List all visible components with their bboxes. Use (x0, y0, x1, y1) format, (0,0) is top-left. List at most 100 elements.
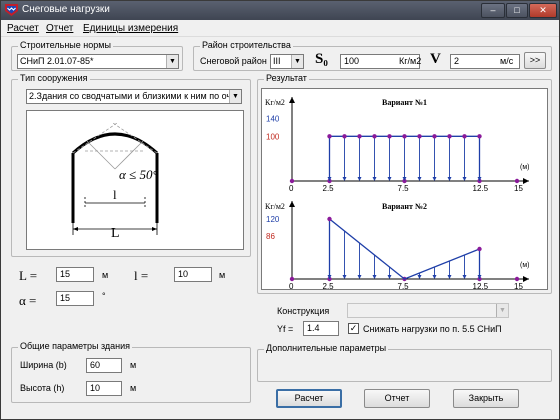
v2-x-arrow (523, 276, 529, 282)
v2-xtick: 15 (514, 282, 523, 289)
v2-xtick: 7.5 (398, 282, 410, 289)
v2-xtick: 12.5 (473, 282, 489, 289)
structure-group: Тип сооружения 2.Здания со сводчатыми и … (11, 73, 251, 257)
extra-params-group: Дополнительные параметры (257, 343, 552, 382)
chevron-down-icon: ▼ (291, 55, 303, 68)
v1-load-arrowhead (447, 177, 452, 181)
v1-load-arrowhead (342, 177, 347, 181)
more-params-button[interactable]: >> (524, 52, 546, 69)
v1-load-point (402, 134, 407, 139)
v1-xtick: 15 (514, 184, 523, 193)
v2-load-arrowhead (462, 275, 467, 279)
chevron-down-icon: ▼ (229, 90, 241, 103)
v1-load-arrowhead (372, 177, 377, 181)
L-input[interactable]: 15 (56, 267, 94, 282)
snow-load-charts: Кг/м2 Вариант №1 (м) 140 100 0 2.5 7.5 12.5 15 Кг/… (265, 97, 529, 289)
building-group-label: Общие параметры здания (18, 341, 133, 351)
v1-xtick: 0 (289, 184, 294, 193)
l-label: l = (134, 268, 149, 283)
v1-ylabel: Кг/м2 (265, 98, 285, 107)
v2-x-marker (289, 276, 295, 282)
l-input[interactable]: 10 (174, 267, 212, 282)
v2-load-line (328, 217, 481, 280)
v2-x-marker (514, 276, 520, 282)
v1-xunit: (м) (520, 164, 529, 171)
v-symbol: V (430, 51, 441, 67)
height-input[interactable]: 10 (86, 381, 122, 396)
v1-load-point (357, 134, 362, 139)
v1-load-arrowhead (462, 177, 467, 181)
angle-label: α ≤ 50° (119, 167, 158, 182)
v1-load-arrowhead (387, 177, 392, 181)
v1-load-point (342, 134, 347, 139)
v1-load-point (462, 134, 467, 139)
v2-load-arrowhead (447, 275, 452, 279)
norms-group: Строительные нормы СНиП 2.01.07-85* ▼ (11, 40, 183, 71)
menu-item-report[interactable]: Отчет (46, 23, 73, 34)
menu-item-calc[interactable]: Расчет (7, 23, 39, 34)
extra-params-label: Дополнительные параметры (264, 343, 389, 353)
height-unit: м (130, 383, 137, 393)
title-bar[interactable]: Снеговые нагрузки – □ ✕ (1, 1, 559, 20)
v2-load-arrowhead (357, 275, 362, 279)
v2-xunit: (м) (520, 262, 529, 269)
gamma-label: Yf = (277, 324, 294, 334)
v1-load-point (417, 134, 422, 139)
gamma-input[interactable]: 1.4 (303, 321, 339, 336)
close-button[interactable]: Закрыть (453, 389, 519, 408)
v2-load-arrowhead (432, 275, 437, 279)
v1-ytick: 140 (266, 114, 280, 123)
alpha-input[interactable]: 15 (56, 291, 94, 306)
v1-load-point (447, 134, 452, 139)
region-group: Район строительства Снеговой район III ▼… (193, 40, 552, 71)
menu-item-units[interactable]: Единицы измерения (83, 23, 178, 34)
width-label: Ширина (b) (20, 360, 67, 370)
reduce-loads-label[interactable]: Снижать нагрузки по п. 5.5 СНиП (363, 324, 502, 334)
v1-ytick: 100 (266, 132, 280, 141)
snow-region-label: Снеговой район (200, 56, 267, 66)
norms-select[interactable]: СНиП 2.01.07-85* ▼ (17, 54, 179, 69)
v2-ylabel: Кг/м2 (265, 202, 285, 211)
alpha-label: α = (19, 293, 37, 308)
width-unit: м (130, 360, 137, 370)
snow-region-select[interactable]: III ▼ (270, 54, 304, 69)
v1-x-arrow (523, 178, 529, 184)
l-big-label: L (111, 226, 120, 241)
v1-xtick: 2.5 (323, 184, 335, 193)
v1-y-arrow (289, 97, 295, 103)
structure-select[interactable]: 2.Здания со сводчатыми и близкими к ним … (26, 89, 242, 104)
chevron-down-icon: ▼ (166, 55, 178, 68)
region-group-label: Район строительства (200, 40, 293, 50)
v2-ytick: 120 (266, 215, 280, 224)
result-group: Результат Кг/м2 Вариант №1 (м) 140 100 0 2.5 7.… (257, 73, 552, 294)
v1-load-arrowhead (357, 177, 362, 181)
menu-bar: Расчет Отчет Единицы измерения (1, 20, 559, 37)
maximize-button[interactable]: □ (506, 3, 528, 18)
v1-load-point (477, 134, 482, 139)
v-unit: м/с (500, 56, 514, 66)
L-label: L = (19, 268, 38, 283)
v2-load-arrowhead (387, 275, 392, 279)
building-group: Общие параметры здания Ширина (b) 60 м В… (11, 341, 251, 403)
chevron-down-icon: ▼ (496, 304, 508, 317)
v1-x-marker (289, 178, 295, 184)
close-window-button[interactable]: ✕ (529, 3, 557, 18)
app-logo-icon (5, 4, 18, 16)
v1-title: Вариант №1 (382, 98, 427, 107)
structure-diagram: α ≤ 50° l L (26, 110, 244, 250)
minimize-button[interactable]: – (481, 3, 505, 18)
calc-button[interactable]: Расчет (276, 389, 342, 408)
main-window: Снеговые нагрузки – □ ✕ Расчет Отчет Еди… (0, 0, 560, 420)
v1-load-arrowhead (417, 177, 422, 181)
reduce-loads-checkbox[interactable]: ✓ (348, 323, 359, 334)
report-button[interactable]: Отчет (364, 389, 430, 408)
construction-select[interactable]: ▼ (347, 303, 509, 318)
v1-load-arrowhead (432, 177, 437, 181)
v2-y-arrow (289, 201, 295, 207)
structure-group-label: Тип сооружения (18, 73, 90, 83)
width-input[interactable]: 60 (86, 358, 122, 373)
v2-load-point (477, 246, 482, 252)
alpha-unit: ° (102, 291, 106, 301)
s0-unit: Кг/м2 (399, 56, 422, 66)
snow-region-value: III (273, 56, 281, 66)
